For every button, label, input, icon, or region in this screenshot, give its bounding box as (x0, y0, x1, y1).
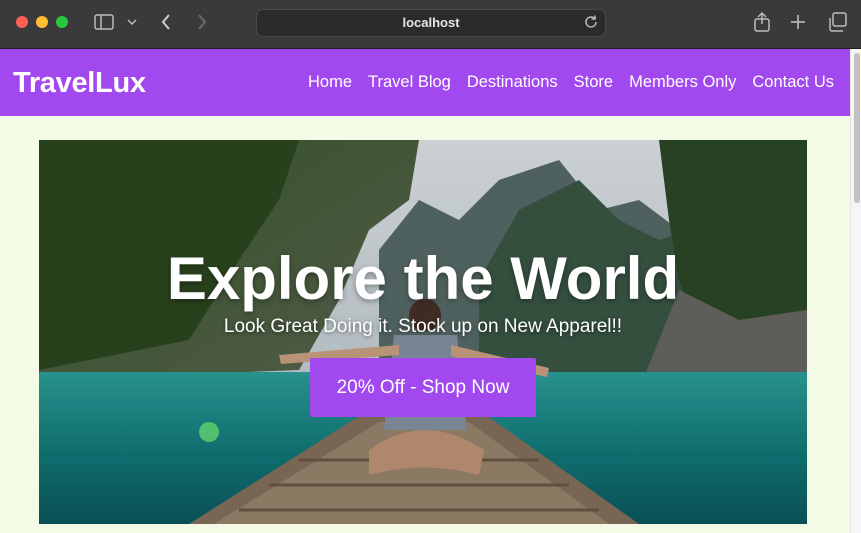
hero-banner: Explore the World Look Great Doing it. S… (39, 140, 807, 524)
nav-destinations[interactable]: Destinations (467, 73, 558, 92)
nav-travel-blog[interactable]: Travel Blog (368, 73, 451, 92)
address-bar[interactable]: localhost (256, 9, 606, 37)
scrollbar-thumb[interactable] (854, 53, 860, 203)
hero-title: Explore the World (166, 245, 680, 312)
maximize-window-button[interactable] (56, 16, 68, 28)
nav-home[interactable]: Home (308, 73, 352, 92)
address-text: localhost (402, 15, 460, 30)
close-window-button[interactable] (16, 16, 28, 28)
nav-contact-us[interactable]: Contact Us (752, 73, 834, 92)
chevron-down-icon[interactable] (124, 10, 140, 34)
reload-icon[interactable] (583, 14, 599, 35)
main-nav: Home Travel Blog Destinations Store Memb… (308, 73, 834, 92)
sidebar-icon[interactable] (92, 10, 116, 34)
nav-members-only[interactable]: Members Only (629, 73, 736, 92)
nav-store[interactable]: Store (574, 73, 613, 92)
browser-toolbar: localhost (0, 0, 861, 49)
tabs-icon[interactable] (825, 10, 849, 34)
hero-subtitle: Look Great Doing it. Stock up on New App… (223, 316, 623, 337)
back-icon[interactable] (156, 10, 176, 34)
page-scrollbar[interactable] (850, 49, 861, 533)
share-icon[interactable] (750, 10, 774, 34)
minimize-window-button[interactable] (36, 16, 48, 28)
new-tab-icon[interactable] (787, 10, 809, 34)
shop-now-button[interactable]: 20% Off - Shop Now (310, 358, 536, 417)
brand-logo[interactable]: TravelLux (13, 67, 146, 100)
forward-icon[interactable] (192, 10, 212, 34)
site-header: TravelLux Home Travel Blog Destinations … (0, 49, 850, 116)
